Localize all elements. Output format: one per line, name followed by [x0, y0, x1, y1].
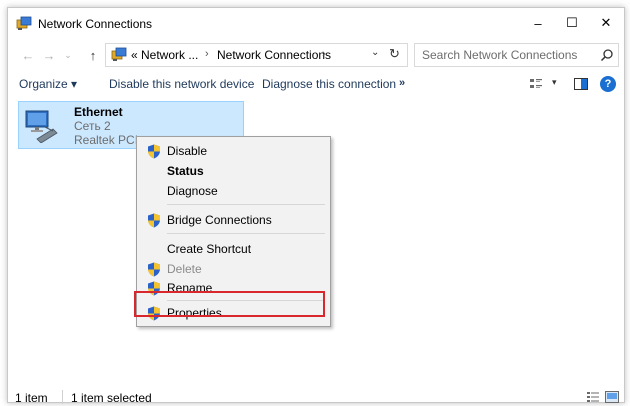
item-count: 1 item: [15, 391, 48, 405]
item-name: Ethernet: [74, 105, 123, 119]
refresh-button[interactable]: ↻: [389, 46, 400, 62]
large-icons-view-icon[interactable]: [605, 391, 619, 403]
breadcrumb-network-connections[interactable]: Network Connections: [217, 48, 331, 62]
menu-item-disable[interactable]: Disable: [139, 141, 328, 161]
view-dropdown-icon[interactable]: ▾: [552, 77, 557, 88]
menu-item-delete[interactable]: Delete: [139, 259, 328, 279]
address-row: ← → ⌄ ↑ « Network ... › Network Connecti…: [8, 42, 624, 68]
item-network: Сеть 2: [74, 119, 111, 133]
status-divider: [62, 390, 63, 404]
window-title: Network Connections: [38, 17, 153, 31]
up-button[interactable]: ↑: [85, 46, 101, 64]
menu-item-label: Disable: [167, 144, 208, 158]
breadcrumb-separator[interactable]: ›: [322, 48, 326, 60]
menu-item-label: Bridge Connections: [167, 213, 272, 227]
network-connections-icon: [111, 47, 127, 61]
organize-menu[interactable]: Organize ▾: [19, 77, 77, 91]
explorer-window: Network Connections – ☐ ✕ ← → ⌄ ↑ « Netw…: [7, 7, 625, 405]
address-bar[interactable]: « Network ... › Network Connections › ⌄ …: [105, 43, 408, 67]
back-button[interactable]: ←: [20, 46, 36, 64]
more-commands-button[interactable]: »: [399, 77, 405, 89]
item-device: Realtek PCIe: [74, 133, 145, 147]
title-bar: Network Connections – ☐ ✕: [8, 8, 624, 38]
search-input[interactable]: [416, 45, 594, 65]
address-dropdown-button[interactable]: ⌄: [371, 47, 379, 58]
selection-count: 1 item selected: [71, 391, 152, 405]
network-connections-icon: [16, 16, 32, 30]
command-bar: Organize ▾ Disable this network device D…: [8, 71, 624, 99]
ethernet-adapter-icon: [25, 110, 58, 143]
uac-shield-icon: [148, 262, 160, 277]
menu-separator: [167, 204, 325, 205]
search-icon[interactable]: [600, 48, 614, 62]
menu-item-label: Status: [167, 164, 204, 178]
menu-item-label: Diagnose: [167, 184, 218, 198]
forward-button[interactable]: →: [41, 46, 57, 64]
menu-item-bridge-connections[interactable]: Bridge Connections: [139, 210, 328, 230]
menu-separator: [167, 233, 325, 234]
breadcrumb-network[interactable]: « Network ...: [131, 48, 198, 62]
menu-item-label: Create Shortcut: [167, 242, 252, 256]
close-button[interactable]: ✕: [584, 8, 628, 38]
details-view-icon[interactable]: [586, 391, 600, 403]
search-box[interactable]: [414, 43, 619, 67]
uac-shield-icon: [148, 144, 160, 159]
properties-highlight-box: [134, 291, 325, 317]
help-icon[interactable]: ?: [600, 76, 616, 92]
menu-item-diagnose[interactable]: Diagnose: [139, 181, 328, 201]
diagnose-connection-button[interactable]: Diagnose this connection: [262, 77, 396, 91]
breadcrumb-separator[interactable]: ›: [205, 48, 209, 60]
uac-shield-icon: [148, 213, 160, 228]
recent-locations-button[interactable]: ⌄: [60, 46, 76, 64]
preview-pane-icon[interactable]: [574, 78, 588, 90]
menu-item-label: Delete: [167, 262, 202, 276]
menu-item-status[interactable]: Status: [139, 161, 328, 181]
status-bar: 1 item 1 item selected: [8, 386, 624, 405]
change-view-icon[interactable]: [529, 77, 543, 91]
menu-item-create-shortcut[interactable]: Create Shortcut: [139, 239, 328, 259]
disable-device-button[interactable]: Disable this network device: [109, 77, 254, 91]
